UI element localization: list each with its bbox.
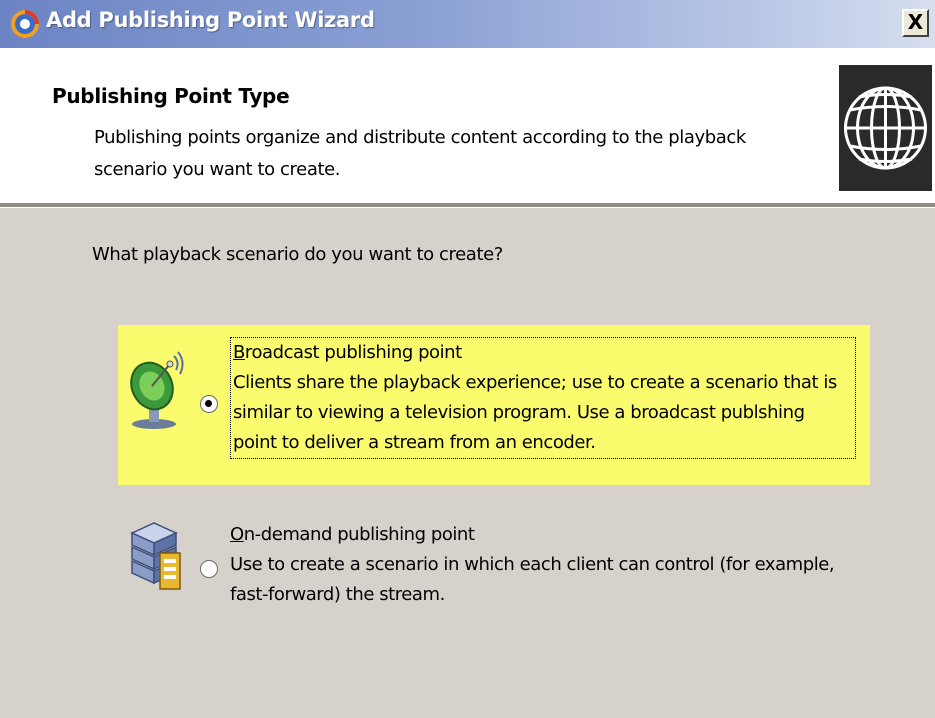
wizard-header: Publishing Point Type Publishing points … — [0, 48, 935, 203]
window-title: Add Publishing Point Wizard — [46, 8, 375, 32]
broadcast-radio[interactable] — [200, 395, 218, 413]
app-icon — [11, 10, 39, 38]
satellite-dish-icon — [130, 351, 184, 429]
on-demand-option-title: On-demand publishing point — [230, 520, 850, 550]
close-button[interactable]: X — [902, 9, 929, 37]
mnemonic-letter: B — [233, 342, 245, 363]
page-description: Publishing points organize and distribut… — [94, 127, 746, 180]
title-bar[interactable]: Add Publishing Point Wizard X — [0, 0, 935, 48]
globe-icon — [839, 65, 932, 191]
on-demand-option-label[interactable]: On-demand publishing point Use to create… — [230, 520, 850, 610]
mnemonic-letter: O — [230, 524, 244, 545]
on-demand-option[interactable]: On-demand publishing point Use to create… — [118, 510, 870, 620]
scenario-question: What playback scenario do you want to cr… — [92, 244, 503, 265]
on-demand-radio[interactable] — [200, 560, 218, 578]
header-divider — [0, 203, 935, 208]
broadcast-option-title: Broadcast publishing point — [233, 338, 853, 368]
radio-selected-dot — [205, 400, 212, 407]
page-title: Publishing Point Type — [52, 84, 290, 108]
on-demand-option-description: Use to create a scenario in which each c… — [230, 554, 835, 605]
broadcast-option-label[interactable]: Broadcast publishing point Clients share… — [230, 337, 856, 459]
broadcast-option-description: Clients share the playback experience; u… — [233, 372, 837, 453]
wizard-window: Add Publishing Point Wizard X Publishing… — [0, 0, 935, 718]
server-storage-icon — [130, 522, 181, 590]
title-rest: n-demand publishing point — [243, 524, 475, 545]
title-rest: roadcast publishing point — [244, 342, 462, 363]
broadcast-option[interactable]: Broadcast publishing point Clients share… — [118, 325, 870, 485]
